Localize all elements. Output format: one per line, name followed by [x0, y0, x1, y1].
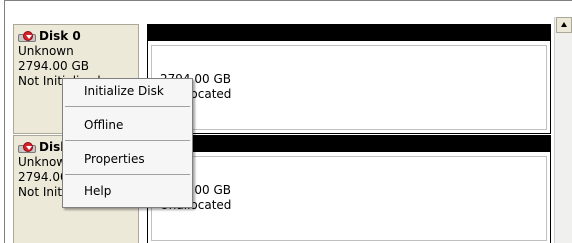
menu-item-help[interactable]: Help — [63, 181, 192, 201]
disk-name: Disk 0 — [39, 29, 81, 43]
menu-item-properties[interactable]: Properties — [63, 149, 192, 169]
unknown-disk-icon — [18, 30, 38, 44]
disk-title: Disk 0 — [18, 29, 138, 44]
partition-size: 2794.00 GB — [160, 72, 231, 86]
partition-state: Unallocated — [160, 87, 232, 101]
partition-bar — [148, 25, 550, 41]
scroll-up-arrow-icon[interactable] — [556, 17, 572, 33]
menu-separator — [65, 174, 190, 175]
menu-separator — [65, 140, 190, 141]
partition-state: Unallocated — [160, 198, 232, 212]
partition-size: 2794.00 GB — [160, 183, 231, 197]
menu-item-offline[interactable]: Offline — [63, 115, 192, 135]
partition-block[interactable]: 2794.00 GB Unallocated — [147, 135, 551, 243]
vertical-scrollbar[interactable] — [554, 17, 572, 243]
menu-separator — [65, 106, 190, 107]
disk-type: Unknown — [18, 44, 74, 58]
partition-block[interactable]: 2794.00 GB Unallocated — [147, 24, 551, 134]
partition-inner: 2794.00 GB Unallocated — [151, 156, 547, 241]
context-menu: Initialize Disk Offline Properties Help — [62, 78, 193, 208]
disk-size: 2794.00 GB — [18, 59, 89, 73]
partition-bar — [148, 136, 550, 152]
top-strip — [5, 1, 559, 17]
unknown-disk-icon — [18, 141, 38, 155]
menu-item-initialize-disk[interactable]: Initialize Disk — [63, 81, 192, 101]
partition-inner: 2794.00 GB Unallocated — [151, 45, 547, 130]
